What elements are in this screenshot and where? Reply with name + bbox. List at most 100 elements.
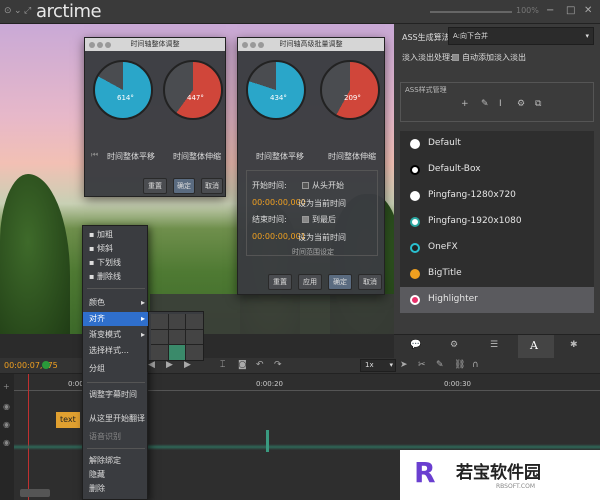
menu-item-gradient[interactable]: 渐变模式 ▸ — [83, 328, 149, 342]
align-middle-left[interactable] — [151, 329, 168, 345]
style-item-highlighter[interactable]: Highlighter — [400, 287, 594, 313]
dial-label: 时间整体伸缩 — [328, 152, 376, 161]
magnet-icon[interactable]: ∩ — [472, 360, 479, 370]
style-item-pingfang-720[interactable]: Pingfang-1280x720 — [400, 183, 594, 209]
prev-icon[interactable]: ◀ — [148, 360, 155, 370]
menu-item-strikethrough[interactable]: ▪ 删除线 — [83, 270, 149, 284]
comment-icon[interactable]: 💬 — [410, 340, 421, 350]
text-style-icon[interactable]: Ⅰ — [499, 99, 502, 109]
add-style-icon[interactable]: + — [461, 99, 469, 109]
align-submenu — [148, 311, 204, 361]
confirm-button[interactable]: 确定 — [328, 274, 352, 290]
menu-item-hide[interactable]: 隐藏 — [83, 468, 149, 482]
pointer-icon[interactable]: ➤ — [400, 360, 408, 370]
eye-icon[interactable]: ◉ — [3, 438, 10, 447]
settings-icon[interactable]: ⚙ — [517, 99, 525, 109]
gear-icon[interactable]: ⚙ — [450, 340, 458, 350]
redo-icon[interactable]: ↷ — [274, 360, 282, 370]
ass-algo-select[interactable]: A:向下合并 ▾ — [448, 27, 594, 45]
menu-item-unbind[interactable]: 解除绑定 — [83, 454, 149, 468]
sidebar-tabbar: 💬 ⚙ ☰ A ✱ — [394, 334, 600, 359]
style-item-pingfang-1080[interactable]: Pingfang-1920x1080 — [400, 209, 594, 235]
undo-icon[interactable]: ↶ — [256, 360, 264, 370]
menu-item-speech[interactable]: 语音识别 — [83, 430, 149, 444]
menu-separator — [87, 382, 145, 383]
expand-icon[interactable]: ⤢ — [24, 6, 31, 16]
chevron-down-icon: ▾ — [585, 32, 589, 40]
speed-select[interactable]: 1x ▾ — [360, 359, 396, 372]
set-current-start-button[interactable]: 设为当前时间 — [298, 198, 346, 209]
align-middle-center[interactable] — [168, 329, 186, 345]
align-top-center[interactable] — [168, 314, 186, 329]
style-manager-group: ASS样式管理 + ✎ Ⅰ ⚙ ⧉ — [400, 82, 594, 122]
window-menu-icon[interactable]: ⊙ — [4, 6, 12, 16]
align-bottom-center[interactable] — [168, 345, 186, 360]
scale-dial[interactable] — [320, 60, 380, 120]
style-item-onefx[interactable]: OneFX — [400, 235, 594, 261]
fade-checkbox[interactable]: 自动添加淡入淡出 — [452, 52, 526, 63]
dial-value: 434° — [270, 94, 287, 102]
reset-button[interactable]: 重置 — [268, 274, 292, 290]
shift-dial[interactable] — [246, 60, 306, 120]
menu-item-group[interactable]: 分组 — [83, 362, 149, 376]
pen-icon[interactable]: ✎ — [436, 360, 444, 370]
edit-style-icon[interactable]: ✎ — [481, 99, 489, 109]
eye-icon[interactable]: ◉ — [3, 420, 10, 429]
style-item-default[interactable]: Default — [400, 131, 594, 157]
window-controls — [242, 41, 266, 51]
tab-text-active[interactable]: A — [518, 335, 554, 359]
menu-item-align[interactable]: 对齐 ▸ — [83, 312, 149, 326]
menu-item-italic[interactable]: ▪ 倾斜 — [83, 242, 149, 256]
menu-item-underline[interactable]: ▪ 下划线 — [83, 256, 149, 270]
cancel-button[interactable]: 取消 — [201, 178, 223, 194]
align-bottom-left[interactable] — [151, 345, 168, 360]
maximize-icon[interactable]: □ — [566, 5, 575, 16]
from-start-checkbox[interactable]: 从头开始 — [302, 180, 344, 191]
close-icon[interactable]: ✕ — [584, 5, 592, 16]
scale-dial[interactable] — [163, 60, 223, 120]
minimize-icon[interactable]: − — [546, 5, 554, 16]
list-icon[interactable]: ☰ — [490, 340, 498, 350]
tick-label: 0:00:20 — [256, 380, 283, 388]
menu-item-bold[interactable]: ▪ 加粗 — [83, 228, 149, 242]
style-manager-label: ASS样式管理 — [405, 86, 447, 94]
style-item-default-box[interactable]: Default-Box — [400, 157, 594, 183]
align-top-right[interactable] — [186, 314, 203, 329]
eye-icon[interactable]: ◉ — [3, 402, 10, 411]
set-current-end-button[interactable]: 设为当前时间 — [298, 232, 346, 243]
end-time-label: 结束时间: — [252, 215, 287, 224]
ass-algo-label: ASS生成算法: — [402, 33, 453, 42]
zoom-slider[interactable] — [430, 11, 512, 13]
menu-item-select-style[interactable]: 选择样式… — [83, 344, 149, 358]
cut-icon[interactable]: ✂ — [418, 360, 426, 370]
reset-button[interactable]: 重置 — [143, 178, 167, 194]
cancel-button[interactable]: 取消 — [358, 274, 382, 290]
dial-value: 209° — [344, 94, 361, 102]
shift-dial[interactable] — [93, 60, 153, 120]
align-bottom-right[interactable] — [186, 345, 203, 360]
next-icon[interactable]: ▶ — [184, 360, 191, 370]
menu-item-delete[interactable]: 删除 — [83, 482, 149, 496]
menu-item-translate[interactable]: 从这里开始翻译 — [83, 412, 149, 426]
copy-style-icon[interactable]: ⧉ — [535, 99, 541, 109]
star-icon[interactable]: ✱ — [570, 340, 578, 350]
apply-button[interactable]: 应用 — [298, 274, 322, 290]
camera-icon[interactable]: ◙ — [238, 360, 247, 370]
style-item-bigtitle[interactable]: BigTitle — [400, 261, 594, 287]
menu-item-adjust-time[interactable]: 调整字幕时间 — [83, 388, 149, 402]
text-icon: A — [530, 339, 538, 352]
chevron-down-icon[interactable]: ⌄ — [14, 6, 22, 16]
link-icon[interactable]: ⛓ — [454, 360, 465, 370]
dial-value: 447° — [187, 94, 204, 102]
split-icon[interactable]: ⌶ — [220, 360, 225, 370]
align-middle-right[interactable] — [186, 329, 203, 345]
menu-item-color[interactable]: 颜色 ▸ — [83, 296, 149, 310]
to-end-checkbox[interactable]: 到最后 — [302, 214, 336, 225]
align-top-left[interactable] — [151, 314, 168, 329]
rewind-icon[interactable]: ⏮ — [91, 150, 98, 160]
play-icon[interactable]: ▶ — [166, 360, 173, 370]
horizontal-scrollbar[interactable] — [20, 489, 50, 497]
confirm-button[interactable]: 确定 — [173, 178, 195, 194]
subtitle-clip[interactable]: text — [56, 412, 80, 428]
add-track-icon[interactable]: + — [3, 382, 10, 391]
